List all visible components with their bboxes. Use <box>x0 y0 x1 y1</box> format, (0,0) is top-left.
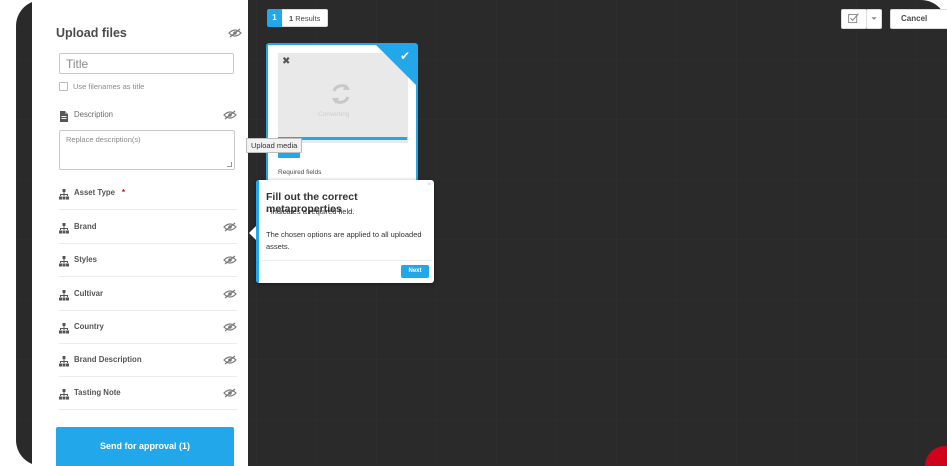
use-filenames-label: Use filenames as title <box>73 81 145 91</box>
visibility-toggle-icon[interactable] <box>223 110 237 120</box>
resize-handle[interactable] <box>227 162 232 167</box>
results-pager: 1 1 Results <box>267 9 329 27</box>
page-number[interactable]: 1 <box>267 9 282 27</box>
guide-required-note: * indicates a required field. <box>266 207 354 216</box>
metaproperty-label: Cultivar <box>74 289 104 298</box>
row-divider <box>59 376 237 377</box>
selection-dropdown-button[interactable] <box>866 9 882 29</box>
results-summary: 1 Results <box>282 9 329 27</box>
sidebar-header: Upload files <box>56 22 246 44</box>
select-all-button[interactable] <box>841 9 867 29</box>
popover-accent <box>256 180 259 283</box>
metaproperty-row[interactable]: Styles <box>59 252 237 268</box>
hierarchy-icon <box>59 254 69 267</box>
visibility-toggle-icon[interactable] <box>223 322 237 332</box>
converting-label: Converting <box>318 111 350 118</box>
metaproperty-row[interactable]: Brand Description <box>59 352 237 368</box>
metaproperty-label: Styles <box>74 255 97 264</box>
hierarchy-icon <box>59 387 69 400</box>
row-divider <box>59 343 237 344</box>
hierarchy-icon <box>59 288 69 301</box>
metaproperty-label: Country <box>74 322 104 331</box>
chevron-down-icon <box>871 17 877 20</box>
asset-card[interactable]: ✖ Converting ✔ Required fields <box>266 43 418 185</box>
row-divider <box>59 243 237 244</box>
hierarchy-icon <box>59 321 69 334</box>
document-icon <box>59 109 69 122</box>
description-row: Description <box>59 107 237 123</box>
hierarchy-icon <box>59 221 69 234</box>
metaproperty-row[interactable]: Country <box>59 319 237 335</box>
guide-popover: × Fill out the correct metaproperties * … <box>249 180 434 283</box>
hierarchy-icon <box>59 354 69 367</box>
metaproperty-label: Tasting Note <box>74 388 121 397</box>
row-divider <box>59 310 237 311</box>
hierarchy-icon <box>59 187 69 200</box>
next-button[interactable]: Next <box>401 265 429 278</box>
description-textarea[interactable]: Replace description(s) <box>59 130 235 170</box>
sidebar-title: Upload files <box>56 26 127 40</box>
row-divider <box>59 276 237 277</box>
metaproperty-row[interactable]: Tasting Note <box>59 385 237 401</box>
row-divider <box>59 409 237 410</box>
upload-media-tooltip: Upload media <box>246 138 303 153</box>
visibility-toggle-icon[interactable] <box>223 388 237 398</box>
upload-sidebar: Upload files Title Use filenames as titl… <box>32 0 248 466</box>
guide-body: The chosen options are applied to all up… <box>266 230 422 251</box>
required-star: * <box>122 188 126 197</box>
selected-corner <box>376 45 416 85</box>
description-label: Description <box>74 110 113 119</box>
metaproperty-label: Brand Description <box>74 355 142 364</box>
visibility-toggle-icon[interactable] <box>223 355 237 365</box>
visibility-toggle-icon[interactable] <box>223 255 237 265</box>
metaproperty-row[interactable]: Cultivar <box>59 286 237 302</box>
converting-icon <box>332 84 350 104</box>
check-icon: ✔ <box>399 49 410 63</box>
title-input[interactable]: Title <box>59 53 234 74</box>
metaproperty-row[interactable]: Asset Type * <box>59 185 237 201</box>
use-filenames-option[interactable]: Use filenames as title <box>59 80 144 92</box>
remove-asset-icon[interactable]: ✖ <box>282 56 290 67</box>
required-fields-label: Required fields <box>278 169 322 176</box>
required-note-text: indicates a required field. <box>268 207 355 216</box>
visibility-toggle-icon[interactable] <box>223 222 237 232</box>
use-filenames-checkbox[interactable] <box>59 81 68 91</box>
results-label: Results <box>295 14 321 23</box>
send-for-approval-button[interactable]: Send for approval (1) <box>56 427 234 466</box>
close-icon[interactable]: × <box>427 182 431 188</box>
description-placeholder: Replace description(s) <box>66 135 141 144</box>
metaproperty-label: Asset Type <box>74 188 116 197</box>
results-count: 1 <box>289 14 294 23</box>
cancel-button[interactable]: Cancel <box>890 9 947 29</box>
metaproperty-row[interactable]: Brand <box>59 219 237 235</box>
metaproperty-label: Brand <box>74 222 97 231</box>
popover-divider <box>260 260 432 261</box>
checkbox-icon <box>848 13 859 24</box>
visibility-toggle-icon[interactable] <box>223 289 237 299</box>
visibility-toggle-icon[interactable] <box>228 28 242 38</box>
row-divider <box>59 209 237 210</box>
